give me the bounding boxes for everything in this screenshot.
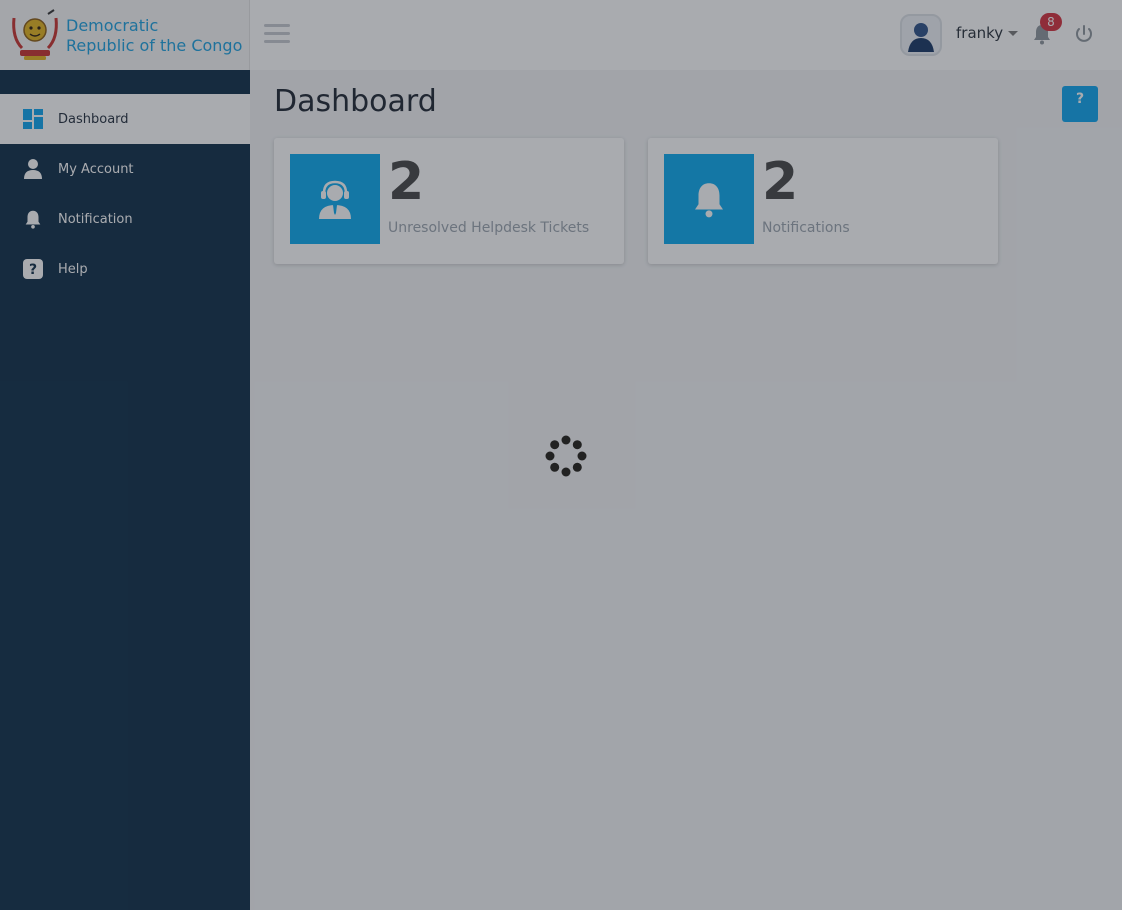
loading-spinner-icon: [545, 435, 587, 477]
